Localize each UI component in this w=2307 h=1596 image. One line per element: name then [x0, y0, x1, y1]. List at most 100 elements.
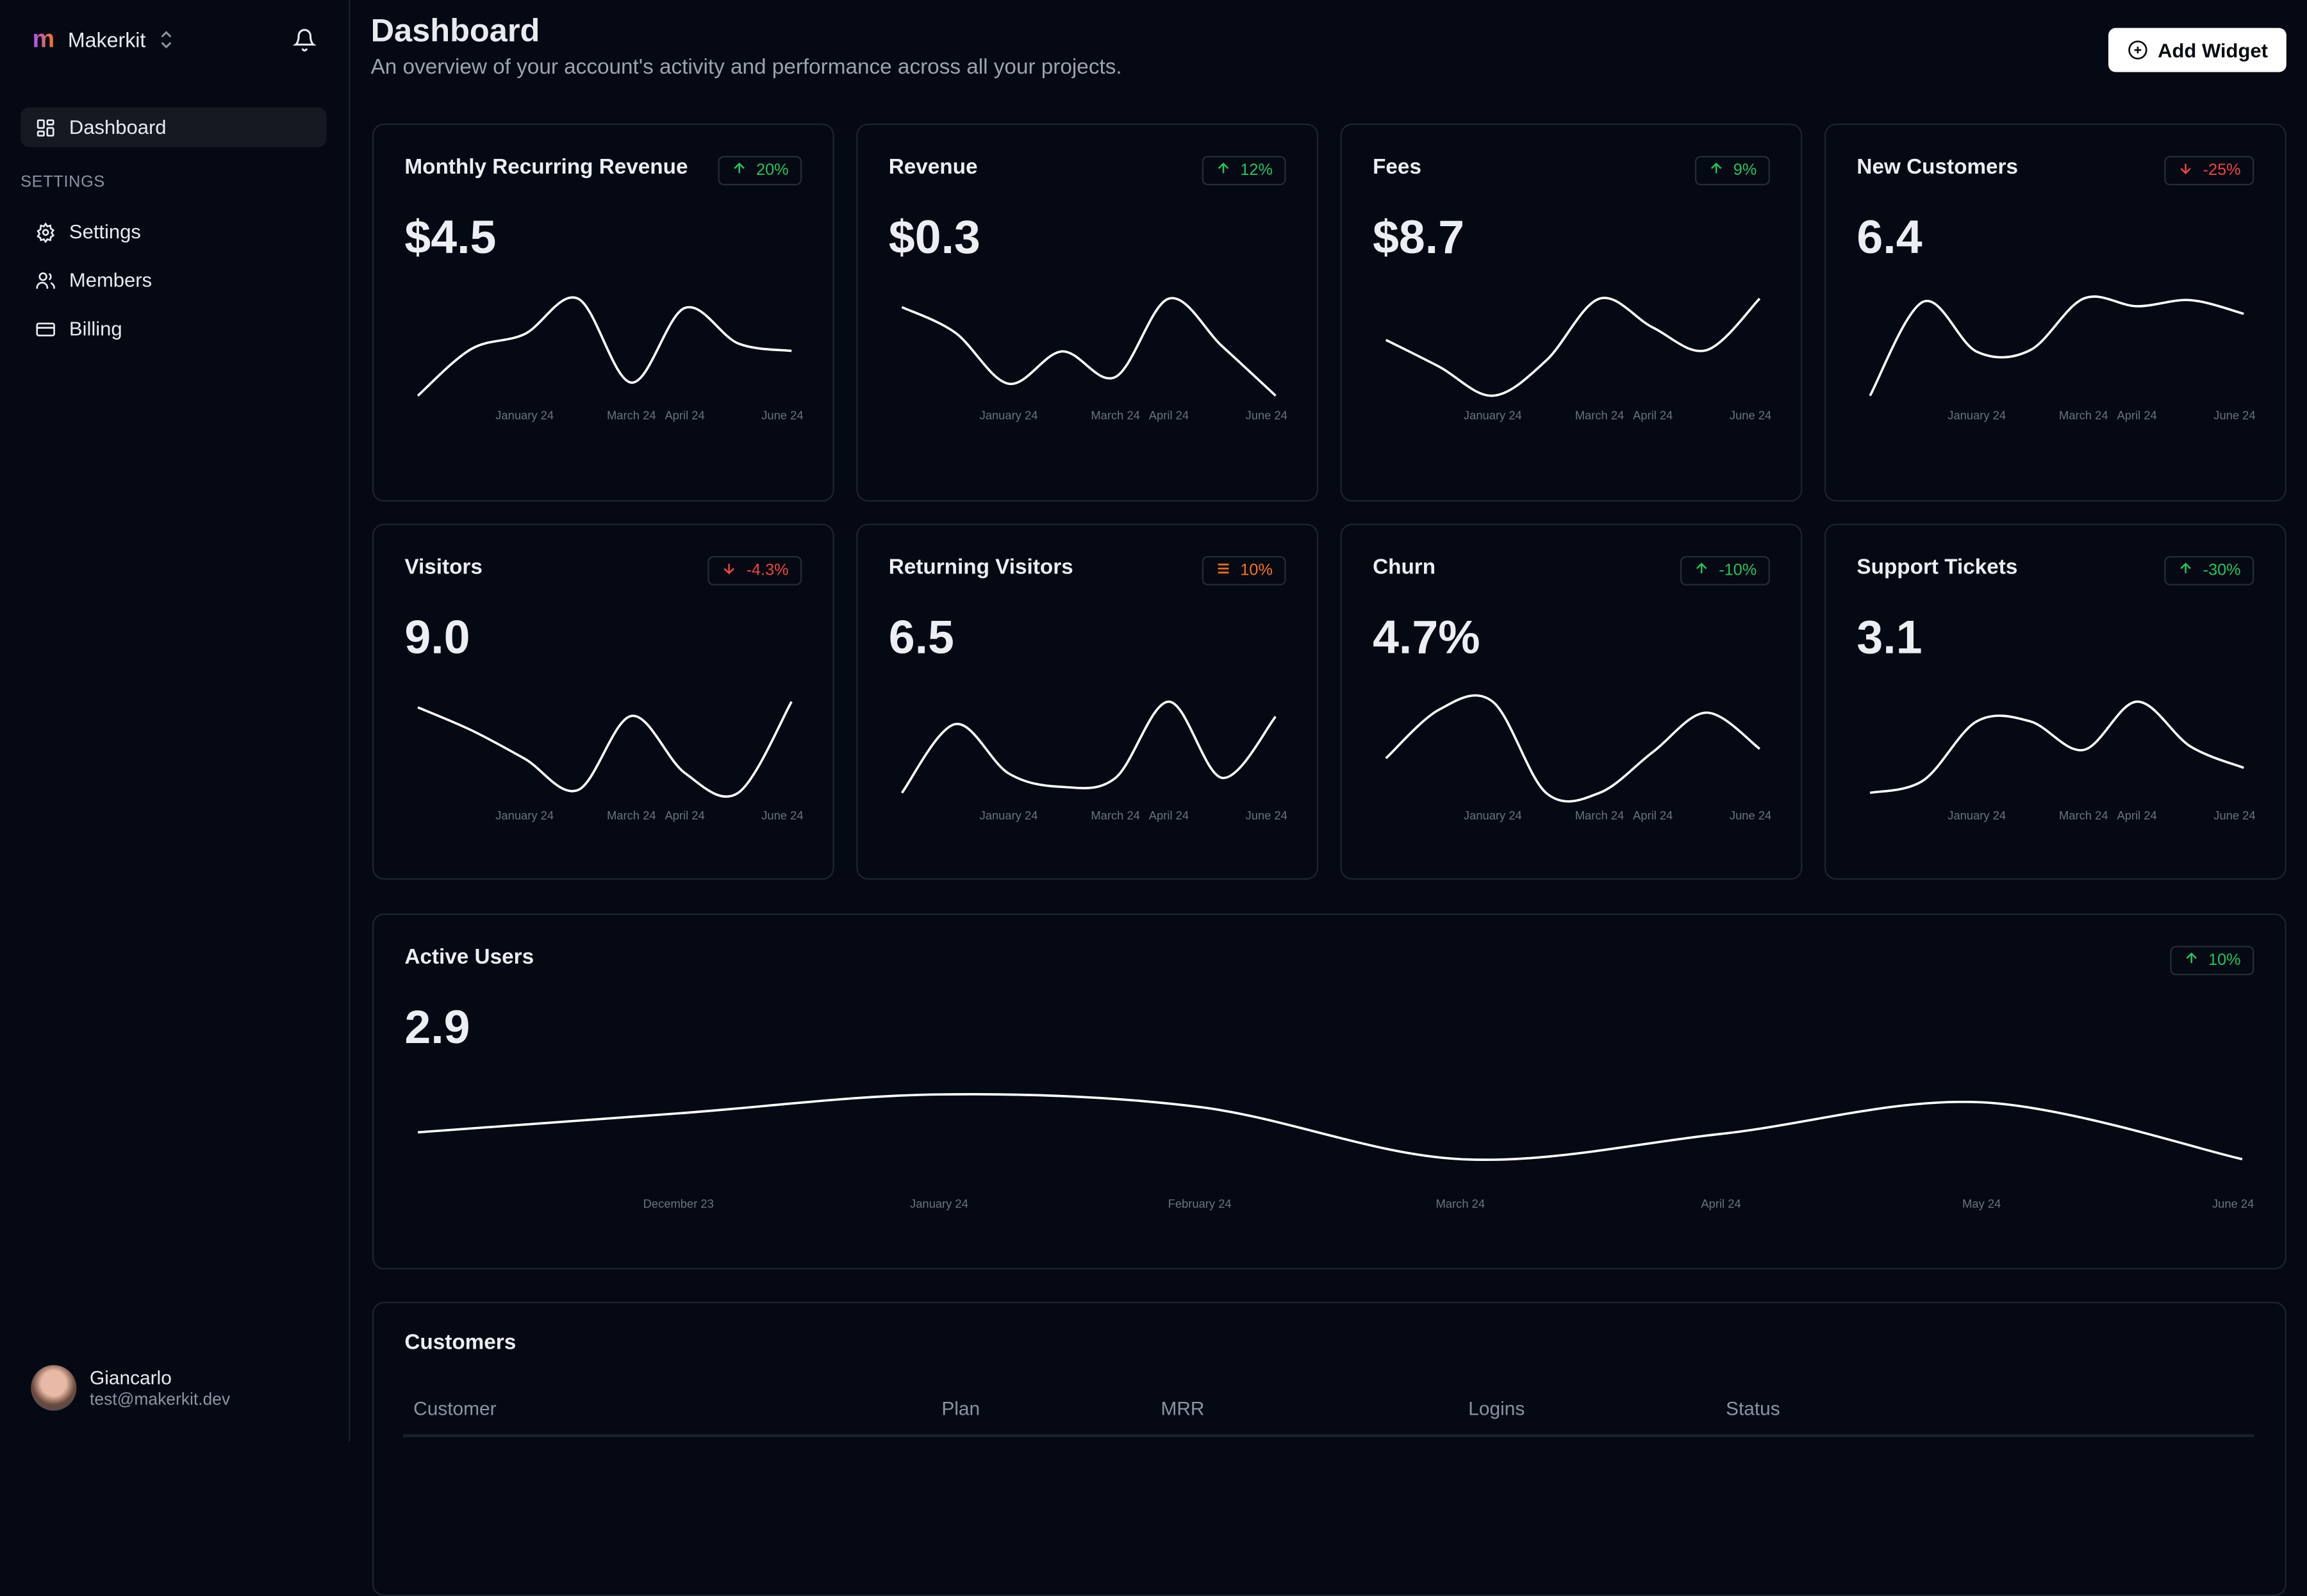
series-line: [417, 701, 793, 798]
arrow-up-icon: [2178, 561, 2194, 581]
trend-badge: -10%: [1680, 555, 1770, 586]
x-tick-label: December 23: [643, 1197, 714, 1210]
plus-circle-icon: [2128, 40, 2147, 60]
table-header-divider: [403, 1434, 2254, 1438]
users-icon: [36, 271, 55, 288]
x-tick-label: February 24: [1168, 1197, 1232, 1210]
card-title: Visitors: [404, 555, 483, 580]
series-line: [1869, 700, 2244, 794]
settings-section-label: SETTINGS: [21, 173, 105, 192]
trend-value: -30%: [2203, 562, 2241, 580]
card-title: Customers: [404, 1331, 517, 1355]
x-tick-label: April 24: [1701, 1197, 1741, 1210]
sidebar: m Makerkit Dashboard SETTINGS Settings M…: [0, 0, 351, 1442]
add-widget-button[interactable]: Add Widget: [2108, 28, 2286, 72]
trend-value: 10%: [1240, 562, 1273, 580]
x-tick-label: April 24: [1633, 809, 1673, 822]
trend-badge: 10%: [2170, 946, 2254, 976]
card-title: Returning Visitors: [888, 555, 1073, 580]
x-tick-label: June 24: [1730, 408, 1771, 422]
series-line: [901, 297, 1277, 397]
metric-card: Fees 9% $8.7 January 24 March 24 April 24 June…: [1340, 123, 1803, 502]
x-tick-label: January 24: [980, 809, 1038, 822]
x-tick-label: June 24: [761, 408, 803, 422]
trend-badge: -25%: [2164, 156, 2254, 186]
sidebar-item-label: Members: [69, 269, 153, 292]
sparkline-chart: January 24 March 24 April 24 June 24: [1385, 297, 1771, 422]
metric-value: 3.1: [1856, 610, 1922, 664]
x-tick-label: January 24: [1464, 809, 1522, 822]
x-tick-label: March 24: [2059, 408, 2108, 422]
x-tick-label: January 24: [980, 408, 1038, 422]
user-name: Giancarlo: [90, 1366, 172, 1389]
metric-value: 4.7%: [1373, 610, 1480, 664]
metric-card: Monthly Recurring Revenue 20% $4.5 January …: [372, 123, 834, 502]
arrow-up-icon: [731, 160, 747, 181]
app-root: m Makerkit Dashboard SETTINGS Settings M…: [0, 0, 2307, 1596]
user-menu[interactable]: Giancarlo test@makerkit.dev: [31, 1365, 230, 1411]
x-tick-label: June 24: [1246, 809, 1287, 822]
x-tick-label: January 24: [1947, 408, 2006, 422]
x-tick-label: March 24: [1436, 1197, 1485, 1210]
arrow-down-icon: [722, 561, 738, 581]
series-line: [1385, 694, 1760, 803]
sidebar-item-label: Dashboard: [69, 116, 167, 138]
x-tick-label: June 24: [2212, 1197, 2254, 1210]
trend-value: 12%: [1240, 161, 1273, 180]
x-tick-label: April 24: [2117, 408, 2157, 422]
sparkline-chart: January 24 March 24 April 24 June 24: [1869, 700, 2256, 822]
x-tick-label: March 24: [1575, 408, 1625, 422]
menu-lines-icon: [1215, 561, 1231, 581]
x-tick-label: June 24: [2213, 809, 2255, 822]
column-header-customer[interactable]: Customer: [413, 1397, 496, 1419]
metric-card: Visitors -4.3% 9.0 January 24 March 24 April …: [372, 523, 834, 880]
x-tick-label: April 24: [1149, 809, 1189, 822]
card-title: New Customers: [1856, 156, 2019, 180]
x-tick-label: June 24: [1246, 408, 1287, 422]
trend-badge: -4.3%: [707, 555, 802, 586]
sparkline-chart: January 24 March 24 April 24 June 24: [1385, 694, 1771, 822]
column-header-mrr[interactable]: MRR: [1161, 1397, 1204, 1419]
series-line: [1385, 297, 1761, 397]
sparkline-chart: January 24 March 24 April 24 June 24: [417, 701, 804, 822]
column-header-plan[interactable]: Plan: [941, 1397, 980, 1419]
user-email: test@makerkit.dev: [90, 1391, 231, 1410]
x-tick-label: January 24: [910, 1197, 968, 1210]
x-tick-label: March 24: [1091, 408, 1140, 422]
sidebar-item-members[interactable]: Members: [21, 260, 327, 300]
metric-card: New Customers -25% 6.4 January 24 March 24 Ap…: [1824, 123, 2286, 502]
metric-value: 2.9: [404, 1000, 470, 1053]
gear-icon: [37, 221, 55, 242]
x-tick-label: March 24: [1575, 809, 1625, 822]
column-header-status[interactable]: Status: [1726, 1397, 1780, 1419]
page-title: Dashboard: [370, 12, 540, 49]
series-line: [417, 296, 792, 397]
trend-value: 10%: [2208, 951, 2241, 969]
card-title: Support Tickets: [1856, 555, 2018, 580]
metric-value: $0.3: [888, 210, 980, 263]
x-tick-label: June 24: [761, 809, 803, 822]
metric-card: Support Tickets -30% 3.1 January 24 March 24…: [1824, 523, 2286, 880]
trend-badge: 10%: [1202, 555, 1286, 586]
account-switcher[interactable]: m Makerkit: [33, 26, 174, 53]
sidebar-item-billing[interactable]: Billing: [21, 309, 327, 349]
x-tick-label: April 24: [2117, 809, 2157, 822]
sidebar-item-label: Billing: [69, 317, 122, 340]
metric-value: 9.0: [404, 610, 470, 664]
x-tick-label: June 24: [2213, 408, 2255, 422]
sidebar-item-dashboard[interactable]: Dashboard: [21, 107, 327, 147]
column-header-logins[interactable]: Logins: [1468, 1397, 1525, 1419]
x-tick-label: March 24: [607, 408, 656, 422]
sparkline-chart: January 24 March 24 April 24 June 24: [1869, 295, 2256, 422]
dashboard-icon: [37, 119, 54, 136]
arrow-up-icon: [1215, 160, 1231, 181]
brand-name: Makerkit: [67, 28, 146, 52]
chevrons-up-down-icon: [161, 31, 172, 49]
card-title: Churn: [1373, 555, 1436, 580]
x-tick-label: June 24: [1730, 809, 1771, 822]
sidebar-item-settings[interactable]: Settings: [21, 212, 327, 252]
trend-value: 9%: [1733, 161, 1757, 180]
arrow-up-icon: [2183, 950, 2199, 971]
bell-icon[interactable]: [292, 28, 317, 52]
x-tick-label: April 24: [665, 809, 704, 822]
